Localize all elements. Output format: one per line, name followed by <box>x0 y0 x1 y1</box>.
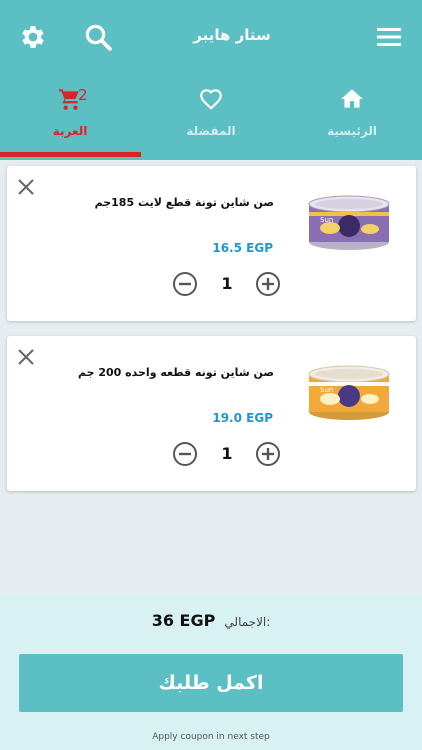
menu-icon[interactable] <box>376 25 402 49</box>
quantity-stepper: 1 <box>172 271 284 299</box>
tab-favorites[interactable]: المفضلة <box>141 84 281 154</box>
product-price: 16.5 EGP <box>212 241 273 255</box>
app-title: ستار هايبر <box>193 26 271 44</box>
checkout-footer: 36 EGP الاجمالي: اكمل طلبك Apply coupon … <box>0 594 422 750</box>
cart-item: صن شاين تونه قطعه واحده 200 جم 19.0 EGP … <box>7 336 416 491</box>
cart-count-badge: 2 <box>78 86 88 104</box>
quantity-value: 1 <box>221 444 233 463</box>
product-name: صن شاين تونه قطعه واحده 200 جم <box>77 366 274 379</box>
close-icon[interactable] <box>17 178 35 196</box>
app-bar: ستار هايبر 2 العربة المفضلة الرئيسية <box>0 0 422 160</box>
checkout-button[interactable]: اكمل طلبك <box>19 654 403 712</box>
product-image: Sun <box>308 365 390 420</box>
home-icon <box>341 89 363 108</box>
minus-circle-icon[interactable] <box>172 271 198 297</box>
svg-text:Sun: Sun <box>320 216 333 224</box>
minus-circle-icon[interactable] <box>172 441 198 467</box>
tab-cart-label: العربة <box>52 124 88 138</box>
active-tab-indicator <box>0 152 141 157</box>
cart-item: صن شاين تونة قطع لايت 185جم 16.5 EGP 1 S… <box>7 166 416 321</box>
tab-bar: 2 العربة المفضلة الرئيسية <box>0 84 422 160</box>
tab-home[interactable]: الرئيسية <box>282 84 422 154</box>
tab-home-label: الرئيسية <box>327 124 377 138</box>
search-icon[interactable] <box>83 22 113 52</box>
quantity-value: 1 <box>221 274 233 293</box>
close-icon[interactable] <box>17 348 35 366</box>
total-label: الاجمالي: <box>224 615 271 629</box>
coupon-note: Apply coupon in next step <box>152 732 270 742</box>
total-row: 36 EGP الاجمالي: <box>0 611 422 630</box>
tab-favorites-label: المفضلة <box>186 124 236 138</box>
heart-icon <box>200 89 222 110</box>
svg-text:Sun: Sun <box>320 386 333 394</box>
plus-circle-icon[interactable] <box>255 441 281 467</box>
quantity-stepper: 1 <box>172 441 284 469</box>
product-image: Sun <box>308 195 390 250</box>
total-value: 36 EGP <box>151 611 216 630</box>
plus-circle-icon[interactable] <box>255 271 281 297</box>
product-name: صن شاين تونة قطع لايت 185جم <box>94 196 274 209</box>
tab-cart[interactable]: 2 العربة <box>0 84 140 154</box>
product-price: 19.0 EGP <box>212 411 273 425</box>
gear-icon[interactable] <box>18 22 48 52</box>
